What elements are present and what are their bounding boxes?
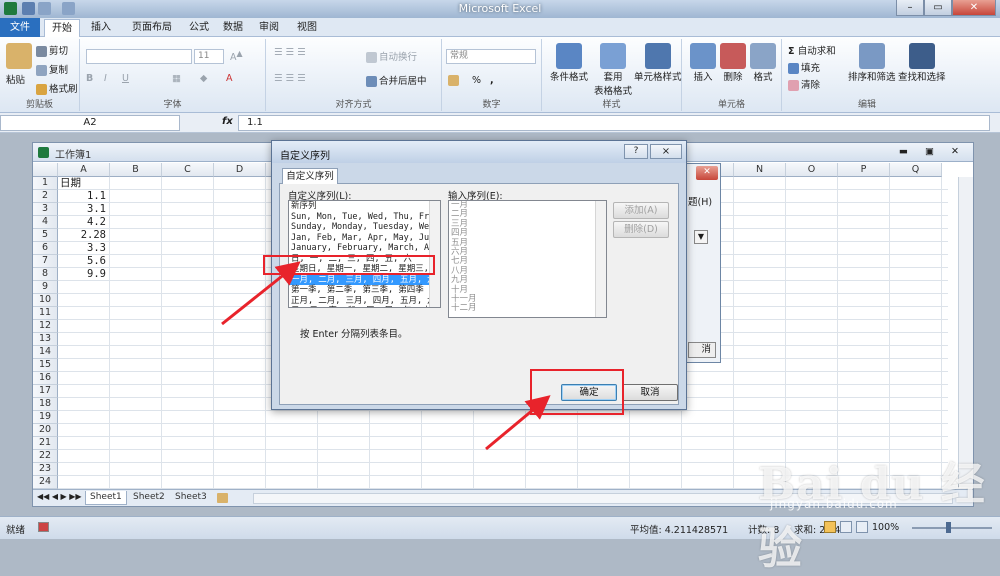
watermark-url: jingyan.baidu.com [770,497,898,511]
arrow-to-list [221,261,301,326]
status-mode: 就绪 [6,525,26,536]
status-average: 平均值: 4.211428571 [630,525,729,536]
tab-custom-lists[interactable]: 自定义序列 [282,168,338,184]
macro-record-icon[interactable] [38,522,49,532]
arrow-to-ok [485,395,551,451]
baidu-watermark: Bai du 经验 [758,459,986,574]
